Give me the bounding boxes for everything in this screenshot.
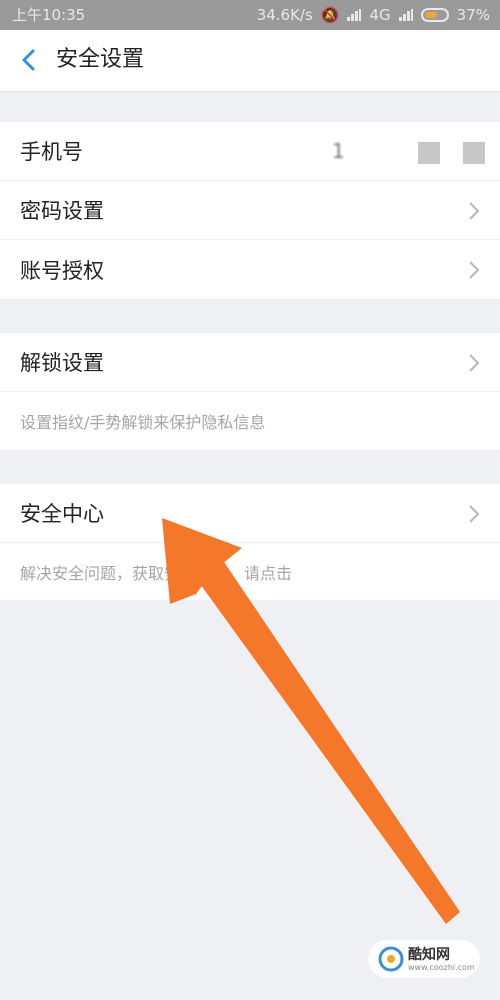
watermark-name: 酷知网 [408,946,450,963]
watermark-logo: 酷知网 www.coozhi.com [368,940,480,978]
arrow-shaft [190,556,460,924]
watermark-text: 酷知网 www.coozhi.com [404,947,475,972]
annotation-arrow [162,518,460,924]
coozhi-logo-icon [378,946,404,972]
watermark-url: www.coozhi.com [408,962,475,972]
